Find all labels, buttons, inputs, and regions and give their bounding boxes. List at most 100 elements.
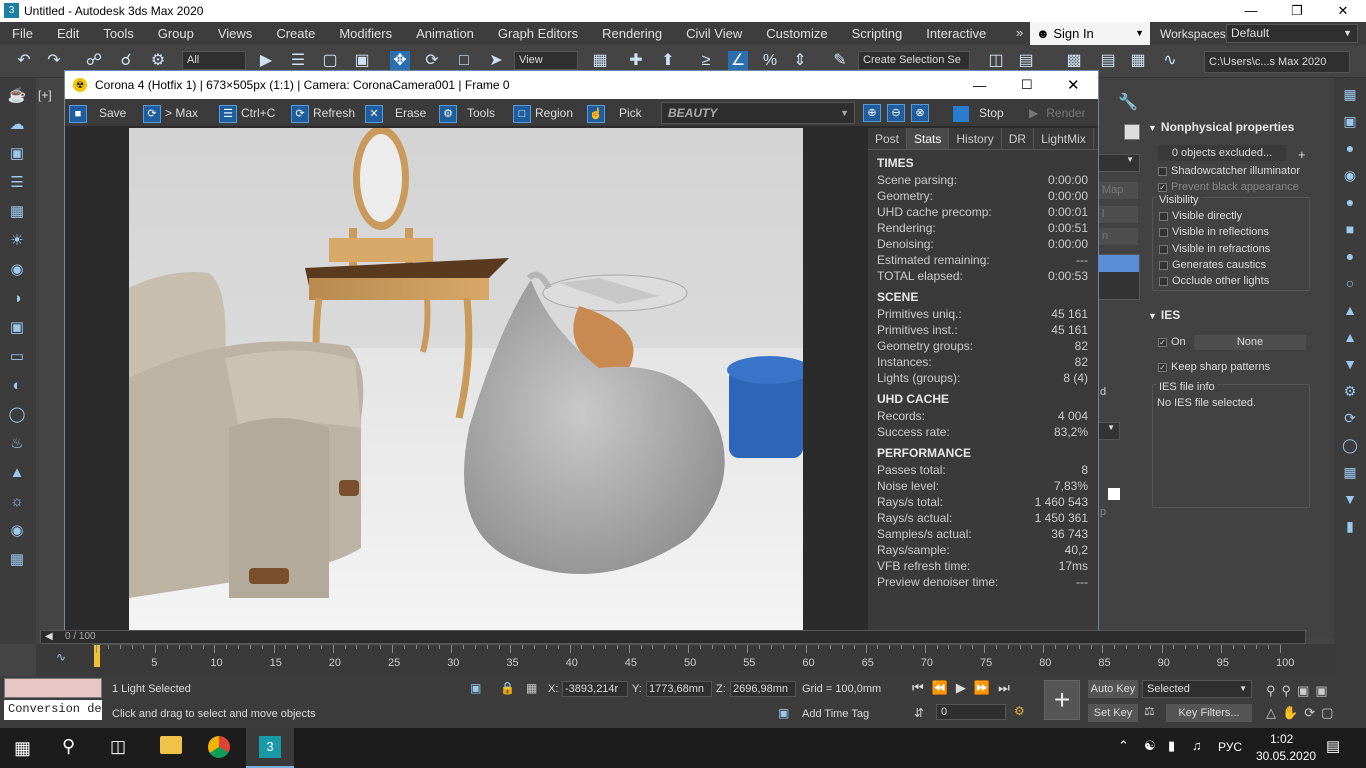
- visible-in-reflections-checkbox[interactable]: Visible in reflections: [1159, 226, 1269, 238]
- menu-group[interactable]: Group: [146, 22, 206, 45]
- key-mode-icon[interactable]: ⇵: [914, 706, 924, 720]
- pan-icon[interactable]: ✋: [1282, 705, 1304, 720]
- material-sphere-icon[interactable]: ◉: [1339, 164, 1361, 186]
- curve-editor-icon[interactable]: ∿: [1160, 51, 1180, 71]
- orbit-icon[interactable]: ⟳: [1304, 705, 1321, 720]
- time-cursor[interactable]: [94, 645, 100, 667]
- object-list[interactable]: [1098, 254, 1140, 300]
- zoom-fit-icon[interactable]: ⊗: [911, 104, 929, 122]
- mirror-icon[interactable]: ◫: [986, 51, 1006, 71]
- rectangle-light-icon[interactable]: ▭: [5, 346, 29, 368]
- dome-icon[interactable]: ◐: [5, 375, 29, 397]
- edit-named-selection-icon[interactable]: ✎: [830, 51, 850, 71]
- vfb-minimize-button[interactable]: —: [973, 78, 986, 93]
- z-coordinate-field[interactable]: 2696,98mn: [730, 681, 796, 697]
- video-camera-icon[interactable]: ▣: [5, 317, 29, 339]
- align-icon[interactable]: ▤: [1016, 51, 1036, 71]
- zoom-out-icon[interactable]: ⊖: [887, 104, 905, 122]
- keyboard-shortcut-icon[interactable]: ⬆: [658, 51, 678, 71]
- menu-create[interactable]: Create: [264, 22, 327, 45]
- vfb-close-button[interactable]: ✕: [1067, 76, 1080, 94]
- bulb-white-icon[interactable]: ○: [1339, 272, 1361, 294]
- partial-field-1[interactable]: l: [1098, 206, 1138, 223]
- light-icon[interactable]: ☀: [5, 230, 29, 252]
- menu-graph-editors[interactable]: Graph Editors: [486, 22, 590, 45]
- notifications-icon[interactable]: ▤: [1326, 737, 1340, 755]
- x-coordinate-field[interactable]: -3893,214r: [562, 681, 628, 697]
- track-bar[interactable]: 5 10 15 20 25 30 35 40 45 50 55 60 65 70 75 80 85 90 95 100: [92, 644, 1294, 674]
- render-frame-icon[interactable]: ▣: [5, 143, 29, 165]
- sphere-icon[interactable]: ◯: [5, 404, 29, 426]
- vfb-maximize-button[interactable]: ☐: [1021, 77, 1033, 93]
- table-icon[interactable]: ▦: [5, 201, 29, 223]
- add-time-tag[interactable]: Add Time Tag: [802, 708, 869, 720]
- select-manipulate-icon[interactable]: ✚: [626, 51, 646, 71]
- selection-filter-dropdown[interactable]: All: [182, 51, 246, 70]
- rollout-header[interactable]: ▼ IES: [1148, 308, 1324, 322]
- spinner-snap-icon[interactable]: ⇕: [790, 51, 810, 71]
- pick-button[interactable]: ☝ Pick: [587, 103, 642, 123]
- play-icon[interactable]: ▶: [956, 680, 974, 695]
- color-swatch[interactable]: [1108, 488, 1120, 500]
- ies-on-checkbox[interactable]: ✓ On: [1158, 336, 1186, 348]
- chevron-left-icon[interactable]: ◀: [45, 631, 53, 642]
- zoom-icon[interactable]: ⚲: [1266, 683, 1282, 698]
- material-editor-icon[interactable]: ▣: [1339, 110, 1361, 132]
- absolute-mode-icon[interactable]: ▦: [526, 681, 537, 695]
- cloud-icon[interactable]: ☁: [5, 114, 29, 136]
- battery-icon[interactable]: ▮: [1168, 738, 1175, 754]
- sign-in-button[interactable]: ☻ Sign In ▼: [1030, 22, 1150, 45]
- partial-field-2[interactable]: n: [1098, 228, 1138, 245]
- render-image[interactable]: [129, 128, 803, 634]
- category-dropdown[interactable]: ▼: [1098, 154, 1140, 172]
- tab-history[interactable]: History: [949, 128, 1002, 149]
- minimize-button[interactable]: —: [1228, 0, 1274, 22]
- bucket-icon[interactable]: ♨: [5, 433, 29, 455]
- grid-icon[interactable]: ▦: [1339, 461, 1361, 483]
- menu-rendering[interactable]: Rendering: [590, 22, 674, 45]
- clock-time[interactable]: 1:02: [1270, 732, 1293, 746]
- input-language[interactable]: РУС: [1218, 740, 1242, 754]
- scene-explorer-icon[interactable]: ▩: [1064, 51, 1084, 71]
- window-crossing-icon[interactable]: ▣: [352, 51, 372, 71]
- menu-interactive[interactable]: Interactive: [914, 22, 998, 45]
- named-selection-dropdown[interactable]: Create Selection Se: [858, 51, 970, 70]
- tray-chevron-icon[interactable]: ⌃: [1118, 738, 1129, 754]
- tab-post[interactable]: Post: [868, 128, 908, 149]
- rotate-icon[interactable]: ⟳: [422, 51, 442, 71]
- bulb-icon[interactable]: ●: [1339, 245, 1361, 267]
- tree-icon[interactable]: ▲: [1339, 299, 1361, 321]
- 3dsmax-taskbar-item[interactable]: 3: [246, 728, 294, 768]
- task-view-icon[interactable]: ◫: [110, 737, 126, 757]
- save-button[interactable]: ■ Save: [69, 103, 126, 123]
- menu-file[interactable]: File: [0, 22, 45, 45]
- curve-icon[interactable]: ∿: [56, 650, 66, 664]
- menu-civil-view[interactable]: Civil View: [674, 22, 754, 45]
- rectangular-selection-icon[interactable]: ▢: [320, 51, 340, 71]
- shadowcatcher-checkbox[interactable]: Shadowcatcher illuminator: [1158, 163, 1324, 179]
- close-button[interactable]: ✕: [1320, 0, 1366, 22]
- copy-button[interactable]: ☰ Ctrl+C: [219, 103, 275, 123]
- key-filter-icon[interactable]: ⚖: [1144, 704, 1155, 718]
- partial-dropdown[interactable]: ▼: [1098, 422, 1120, 440]
- next-frame-icon[interactable]: ⏩: [974, 680, 998, 695]
- zoom-extents-icon[interactable]: ▣: [1297, 683, 1315, 698]
- workspace-dropdown[interactable]: Default ▼: [1226, 24, 1358, 43]
- lock-icon[interactable]: 🔒: [500, 681, 515, 695]
- bind-spacewarp-icon[interactable]: ⚙: [148, 51, 168, 71]
- menu-edit[interactable]: Edit: [45, 22, 91, 45]
- go-to-end-icon[interactable]: ⏭: [998, 680, 1018, 695]
- select-by-name-icon[interactable]: ☰: [288, 51, 308, 71]
- volume-icon[interactable]: ♫: [1192, 738, 1202, 753]
- menu-overflow-icon[interactable]: »: [1016, 25, 1023, 40]
- sidebar-toggle-icon[interactable]: ▮: [1339, 515, 1361, 537]
- occlude-other-lights-checkbox[interactable]: Occlude other lights: [1159, 275, 1269, 287]
- tree-alt-icon[interactable]: ▲: [1339, 326, 1361, 348]
- erase-button[interactable]: ✕ Erase: [365, 103, 426, 123]
- maxscript-listener[interactable]: [4, 678, 102, 698]
- ribbon-toggle-icon[interactable]: ▦: [1128, 51, 1148, 71]
- cube-icon[interactable]: ■: [1339, 218, 1361, 240]
- disc-icon[interactable]: ◉: [5, 520, 29, 542]
- ies-file-button[interactable]: None: [1194, 335, 1306, 350]
- time-config-icon[interactable]: ⚙: [1014, 704, 1025, 718]
